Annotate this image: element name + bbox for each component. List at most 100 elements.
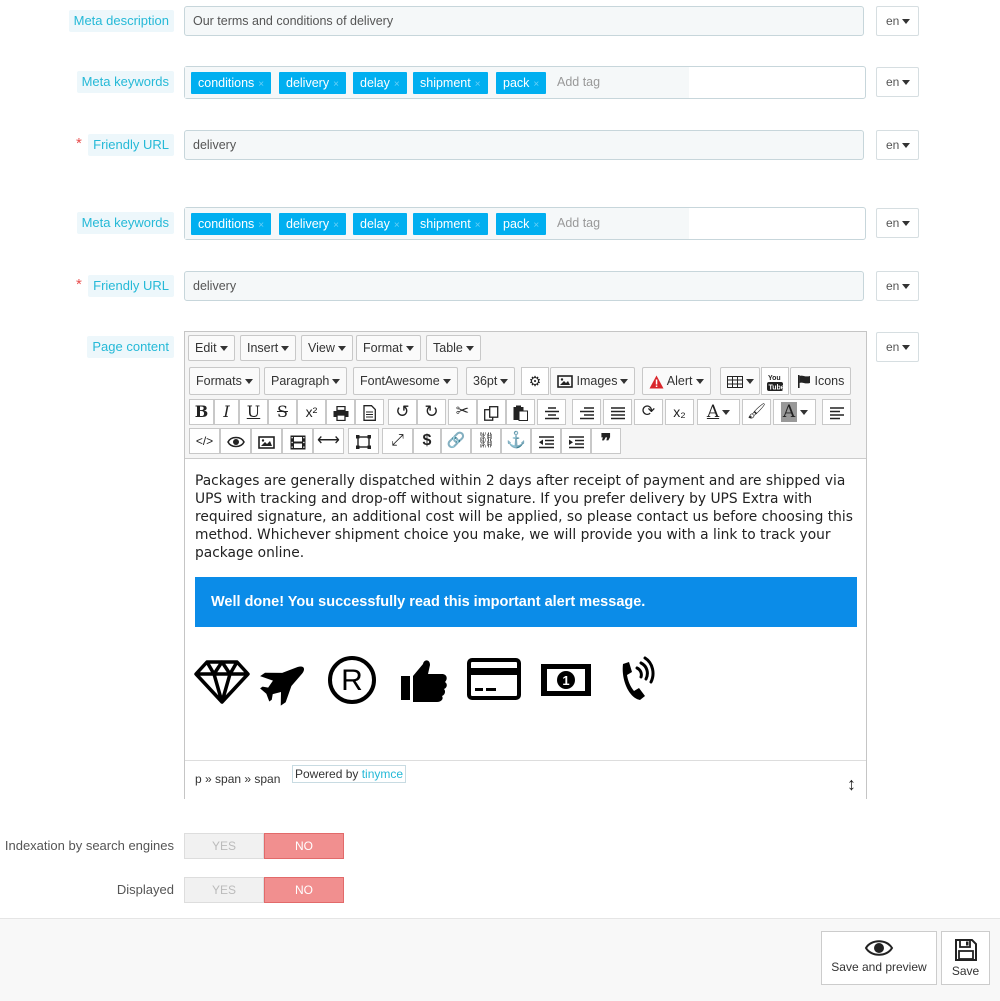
- remove-tag-icon[interactable]: ×: [533, 220, 539, 231]
- resize-handle-icon[interactable]: ↕: [847, 775, 856, 793]
- currency-button[interactable]: $: [413, 428, 441, 454]
- menu-label: Format: [363, 341, 403, 355]
- copy-button[interactable]: [477, 399, 506, 425]
- bold-button[interactable]: B: [189, 399, 214, 425]
- lang-label: en: [886, 216, 900, 230]
- menu-edit[interactable]: Edit: [188, 335, 235, 361]
- dropdown-label: Paragraph: [271, 374, 330, 388]
- remove-tag-icon[interactable]: ×: [533, 79, 539, 90]
- menu-table[interactable]: Table: [426, 335, 481, 361]
- add-tag-placeholder[interactable]: Add tag: [557, 67, 600, 98]
- fullscreen-button[interactable]: ⤢: [382, 428, 413, 454]
- outdent-button[interactable]: [531, 428, 561, 454]
- displayed-yes-option[interactable]: YES: [184, 877, 264, 903]
- icons-button[interactable]: Icons: [790, 367, 852, 395]
- select-all-button[interactable]: [348, 428, 379, 454]
- remove-tag-icon[interactable]: ×: [475, 220, 481, 231]
- background-color-button[interactable]: A: [773, 399, 816, 425]
- unlink-button[interactable]: ⛓: [471, 428, 501, 454]
- editor-content-paragraph[interactable]: Packages are generally dispatched within…: [195, 472, 860, 562]
- displayed-no-option[interactable]: NO: [264, 877, 344, 903]
- align-left-button[interactable]: [822, 399, 851, 425]
- alert-dropdown[interactable]: Alert: [642, 367, 711, 395]
- friendly-url-input[interactable]: delivery: [184, 271, 864, 301]
- remove-tag-icon[interactable]: ×: [258, 79, 264, 90]
- superscript-button[interactable]: x²: [297, 399, 326, 425]
- friendly-url-lang-select[interactable]: en: [876, 271, 919, 301]
- remove-tag-icon[interactable]: ×: [333, 79, 339, 90]
- source-code-button[interactable]: </>: [189, 428, 220, 454]
- align-center-button[interactable]: [537, 399, 566, 425]
- font-size-dropdown[interactable]: 36pt: [466, 367, 516, 395]
- indexation-switch[interactable]: YES NO: [184, 833, 344, 859]
- eye-icon: [864, 940, 894, 956]
- friendly-url-lang-select[interactable]: en: [876, 130, 919, 160]
- page-content-lang-select[interactable]: en: [876, 332, 919, 362]
- tag: pack ×: [496, 213, 547, 235]
- indexation-no-option[interactable]: NO: [264, 833, 344, 859]
- insert-media-button[interactable]: [282, 428, 313, 454]
- strikethrough-button[interactable]: S: [268, 399, 297, 425]
- text-color-button[interactable]: A: [697, 399, 740, 425]
- paste-button[interactable]: [506, 399, 535, 425]
- underline-button[interactable]: U: [239, 399, 268, 425]
- align-right-button[interactable]: [572, 399, 601, 425]
- menu-insert[interactable]: Insert: [240, 335, 297, 361]
- meta-description-input[interactable]: Our terms and conditions of delivery: [184, 6, 864, 36]
- remove-tag-icon[interactable]: ×: [333, 220, 339, 231]
- save-button[interactable]: Save: [941, 931, 990, 985]
- image-icon: [258, 435, 275, 449]
- remove-tag-icon[interactable]: ×: [258, 220, 264, 231]
- youtube-button[interactable]: You Tube: [761, 367, 789, 395]
- strikethrough-icon: S: [277, 402, 288, 421]
- indent-button[interactable]: [561, 428, 591, 454]
- images-dropdown[interactable]: Images: [550, 367, 636, 395]
- formats-dropdown[interactable]: Formats: [189, 367, 260, 395]
- brush-button[interactable]: 🖌: [742, 399, 771, 425]
- subscript-icon: x₂: [673, 404, 686, 420]
- blockquote-button[interactable]: ❞: [591, 428, 621, 454]
- displayed-switch[interactable]: YES NO: [184, 877, 344, 903]
- caret-down-icon: [722, 410, 731, 415]
- anchor-icon: ⚓: [506, 432, 526, 449]
- friendly-url-input[interactable]: delivery: [184, 130, 864, 160]
- meta-keywords-lang-select[interactable]: en: [876, 208, 919, 238]
- eye-icon: [226, 437, 245, 448]
- add-tag-placeholder[interactable]: Add tag: [557, 208, 600, 239]
- insert-image-button[interactable]: [251, 428, 282, 454]
- indexation-yes-option[interactable]: YES: [184, 833, 264, 859]
- meta-keywords-tag-input[interactable]: conditions × delivery × delay × shipment × p…: [184, 66, 866, 99]
- paragraph-dropdown[interactable]: Paragraph: [264, 367, 348, 395]
- justify-button[interactable]: [603, 399, 632, 425]
- remove-tag-icon[interactable]: ×: [394, 79, 400, 90]
- menu-format[interactable]: Format: [356, 335, 421, 361]
- italic-button[interactable]: I: [214, 399, 239, 425]
- subscript-button[interactable]: x₂: [665, 399, 694, 425]
- refresh-button[interactable]: ⟳: [634, 399, 663, 425]
- meta-keywords-tag-input[interactable]: conditions × delivery × delay × shipment × p…: [184, 207, 866, 240]
- menu-label: Insert: [247, 341, 279, 355]
- print-button[interactable]: [326, 399, 355, 425]
- save-and-preview-button[interactable]: Save and preview: [821, 931, 937, 985]
- menu-view[interactable]: View: [301, 335, 353, 361]
- preview-button[interactable]: [355, 399, 384, 425]
- anchor-button[interactable]: ⚓: [501, 428, 531, 454]
- tinymce-link[interactable]: tinymce: [362, 767, 403, 781]
- unlink-icon: ⛓: [476, 432, 496, 449]
- undo-button[interactable]: ↺: [388, 399, 417, 425]
- meta-keywords-lang-select[interactable]: en: [876, 67, 919, 97]
- horizontal-rule-button[interactable]: ⟷: [313, 428, 344, 454]
- cut-button[interactable]: ✂: [448, 399, 477, 425]
- displayed-label: Displayed: [116, 882, 174, 897]
- fontawesome-dropdown[interactable]: FontAwesome: [353, 367, 458, 395]
- preview-eye-button[interactable]: [220, 428, 251, 454]
- meta-description-lang-select[interactable]: en: [876, 6, 919, 36]
- dropdown-label: FontAwesome: [360, 374, 440, 388]
- insert-link-button[interactable]: 🔗: [441, 428, 471, 454]
- redo-button[interactable]: ↻: [417, 399, 446, 425]
- caret-down-icon: [695, 379, 704, 385]
- remove-tag-icon[interactable]: ×: [475, 79, 481, 90]
- settings-gear-button[interactable]: ⚙: [521, 367, 549, 395]
- table-grid-button[interactable]: [720, 367, 760, 395]
- remove-tag-icon[interactable]: ×: [394, 220, 400, 231]
